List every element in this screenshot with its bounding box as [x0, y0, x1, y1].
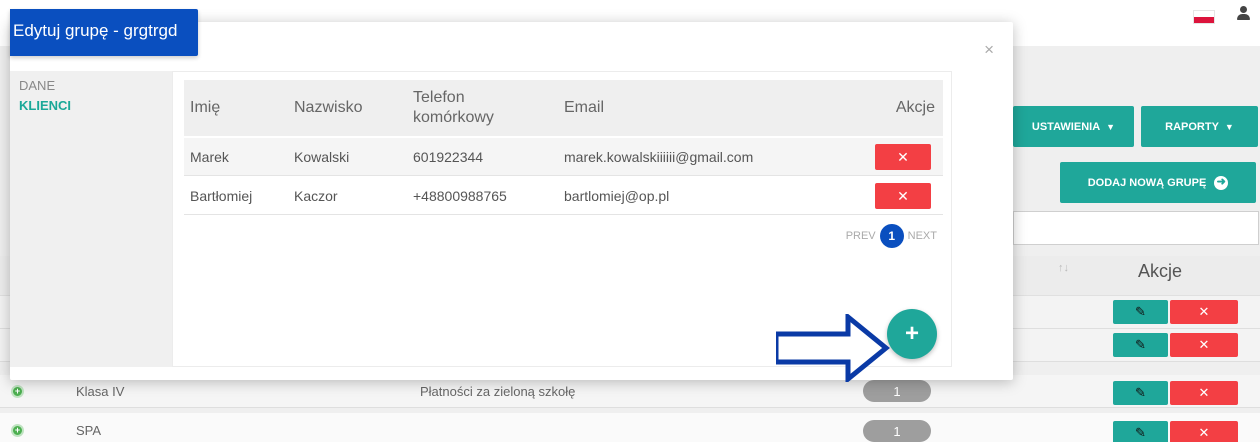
modal-sidebar: DANE KLIENCI: [10, 71, 172, 367]
last-name: Kaczor: [294, 188, 338, 204]
search-input[interactable]: [1013, 211, 1259, 245]
row-actions: ✎ ✕: [1113, 381, 1243, 405]
header-last-name: Nazwisko: [294, 99, 363, 116]
clients-table-header: Imię Nazwisko Telefon komórkowy Email Ak…: [184, 80, 943, 136]
add-client-button[interactable]: +: [887, 309, 937, 359]
caret-down-icon: ▼: [1106, 121, 1116, 132]
first-name: Bartłomiej: [190, 188, 253, 204]
close-icon[interactable]: ×: [984, 40, 994, 60]
remove-client-button[interactable]: ✕: [875, 183, 931, 209]
last-name: Kowalski: [294, 149, 350, 165]
first-name: Marek: [190, 149, 229, 165]
remove-client-button[interactable]: ✕: [875, 144, 931, 170]
delete-x-icon[interactable]: ✕: [1170, 300, 1238, 324]
next-page-link[interactable]: NEXT: [908, 230, 937, 242]
header-first-name: Imię: [190, 99, 221, 116]
delete-x-icon[interactable]: ✕: [1170, 333, 1238, 357]
annotation-arrow-icon: [776, 314, 890, 382]
row-actions: ✎ ✕: [1113, 421, 1243, 442]
group-name: SPA: [76, 423, 102, 438]
actions-header: Akcje: [1138, 261, 1183, 281]
add-group-button[interactable]: DODAJ NOWĄ GRUPĘ ➜: [1060, 162, 1256, 203]
row-actions: ✎ ✕: [1113, 333, 1243, 357]
header-phone: Telefon komórkowy: [413, 89, 494, 126]
arrow-right-icon: ➜: [1214, 175, 1229, 190]
email: bartlomiej@op.pl: [564, 188, 670, 204]
prev-page-link[interactable]: PREV: [846, 230, 876, 242]
pagination: PREV 1 NEXT: [846, 224, 937, 248]
edit-pencil-icon[interactable]: ✎: [1113, 421, 1168, 442]
user-icon[interactable]: [1236, 6, 1252, 24]
edit-pencil-icon[interactable]: ✎: [1113, 333, 1168, 357]
caret-down-icon: ▼: [1224, 121, 1234, 132]
table-row: + SPA 1 ✎ ✕: [0, 413, 1260, 442]
tab-klienci[interactable]: KLIENCI: [10, 96, 172, 116]
header-email: Email: [564, 99, 605, 116]
row-actions: ✎ ✕: [1113, 300, 1243, 324]
count-badge: 1: [863, 420, 931, 442]
expand-plus-icon[interactable]: +: [11, 424, 24, 437]
header-actions: Akcje: [895, 99, 935, 116]
phone: 601922344: [413, 149, 484, 165]
sort-icon[interactable]: ↑↓: [1058, 262, 1069, 274]
count-badge: 1: [863, 380, 931, 402]
close-icon: ✕: [897, 187, 909, 204]
tab-dane[interactable]: DANE: [10, 76, 172, 96]
edit-group-modal: Edytuj grupę - grgtrgd × DANE KLIENCI Im…: [10, 9, 1013, 382]
poland-flag-icon[interactable]: [1193, 10, 1215, 24]
edit-pencil-icon[interactable]: ✎: [1113, 381, 1168, 405]
delete-x-icon[interactable]: ✕: [1170, 421, 1238, 442]
edit-pencil-icon[interactable]: ✎: [1113, 300, 1168, 324]
phone: +48800988765: [413, 188, 507, 204]
group-description: Płatności za zieloną szkołę: [420, 384, 576, 399]
email: marek.kowalskiiiiii@gmail.com: [564, 149, 754, 165]
modal-title: Edytuj grupę - grgtrgd: [10, 9, 198, 56]
page-1-button[interactable]: 1: [879, 224, 904, 248]
table-row: Marek Kowalski 601922344 marek.kowalskii…: [184, 138, 943, 176]
settings-dropdown-button[interactable]: USTAWIENIA ▼: [1013, 106, 1134, 147]
table-row: Bartłomiej Kaczor +48800988765 bartlomie…: [184, 177, 943, 215]
expand-plus-icon[interactable]: +: [11, 385, 24, 398]
delete-x-icon[interactable]: ✕: [1170, 381, 1238, 405]
group-name: Klasa IV: [76, 384, 125, 399]
close-icon: ✕: [897, 148, 909, 165]
reports-dropdown-button[interactable]: RAPORTY ▼: [1141, 106, 1258, 147]
